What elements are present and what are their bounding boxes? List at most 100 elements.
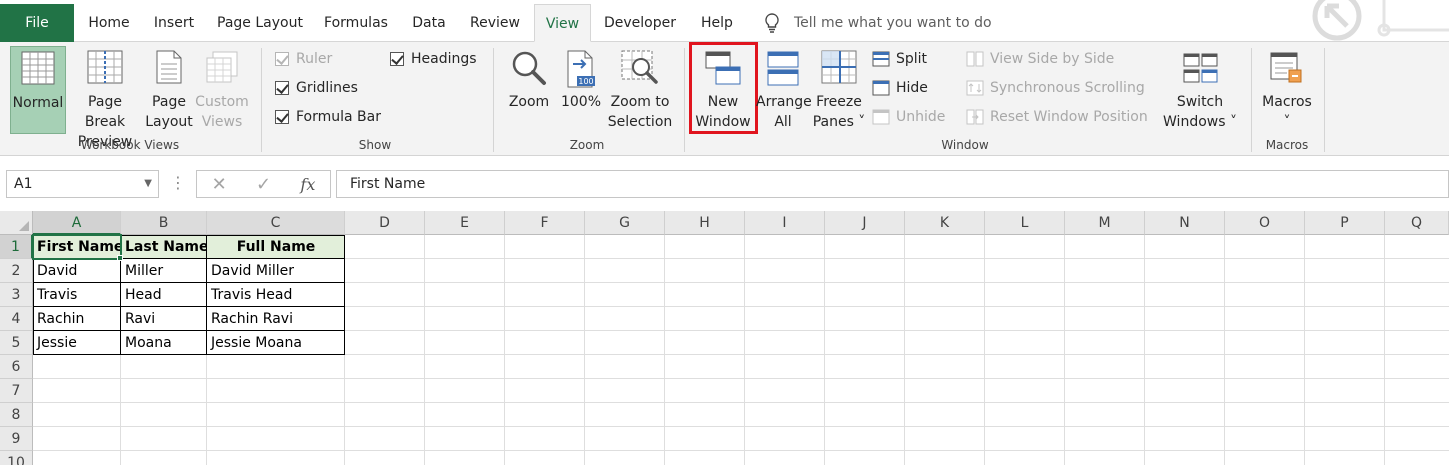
table-cell[interactable]: Travis [33,283,121,307]
select-all-corner[interactable] [0,211,33,235]
fill-handle[interactable] [117,255,123,261]
formula-bar-check [275,110,289,124]
page-layout-view-button[interactable]: Page Layout [144,46,194,134]
row-header-10[interactable]: 10 [0,451,33,465]
cancel-icon[interactable]: ✕ [212,174,227,195]
row-header-9[interactable]: 9 [0,427,33,451]
table-cell[interactable]: Head [121,283,207,307]
zoom-100-label: 100% [560,94,602,110]
gridline [424,235,425,465]
table-cell[interactable]: Jessie Moana [207,331,345,355]
freeze-panes-icon [821,50,857,84]
macros-button[interactable]: Macros ˅ [1258,46,1316,134]
page-layout-icon [156,50,182,84]
gridlines-label: Gridlines [296,80,358,96]
row-header-3[interactable]: 3 [0,283,33,307]
formula-bar-grip-icon[interactable]: ⋮ [170,170,186,198]
split-icon [872,51,890,67]
tab-data[interactable]: Data [402,4,456,42]
tab-formulas[interactable]: Formulas [314,4,398,42]
tab-review[interactable]: Review [460,4,530,42]
zoom-to-selection-button[interactable]: Zoom to Selection [606,46,674,134]
table-cell[interactable]: Rachin Ravi [207,307,345,331]
tab-home[interactable]: Home [80,4,138,42]
freeze-panes-button[interactable]: Freeze Panes ˅ [812,46,866,134]
table-cell[interactable]: Rachin [33,307,121,331]
table-cell[interactable]: David [33,259,121,283]
table-cell[interactable]: David Miller [207,259,345,283]
column-header-p[interactable]: P [1305,211,1385,235]
page-break-preview-button[interactable]: Page Break Preview [66,46,144,150]
synchronous-scrolling-button[interactable]: Synchronous Scrolling [966,77,1145,99]
column-header-h[interactable]: H [665,211,745,235]
tab-page-layout[interactable]: Page Layout [210,4,310,42]
reset-window-position-button[interactable]: Reset Window Position [966,106,1148,128]
row-header-2[interactable]: 2 [0,259,33,283]
column-header-b[interactable]: B [121,211,207,235]
headings-checkbox[interactable]: Headings [390,48,477,70]
custom-views-button[interactable]: Custom Views [194,46,250,134]
column-header-f[interactable]: F [505,211,585,235]
name-box-dropdown-icon[interactable]: ▼ [144,171,152,197]
tab-developer[interactable]: Developer [595,4,685,42]
zoom-to-selection-label: Zoom to Selection [607,94,673,130]
column-header-g[interactable]: G [585,211,665,235]
tell-me-search[interactable]: Tell me what you want to do [764,4,992,42]
column-header-a[interactable]: A [33,211,121,235]
table-cell[interactable]: Travis Head [207,283,345,307]
tab-file[interactable]: File [0,4,74,42]
table-header-cell[interactable]: Last Name [121,235,207,259]
insert-function-icon[interactable]: fx [300,175,315,194]
zoom-group-label: Zoom [569,138,605,152]
table-header-cell[interactable]: Full Name [207,235,345,259]
column-header-j[interactable]: J [825,211,905,235]
formula-input[interactable]: First Name [336,170,1449,198]
split-button[interactable]: Split [872,48,927,70]
column-header-d[interactable]: D [345,211,425,235]
gridline [1384,235,1385,465]
column-header-i[interactable]: I [745,211,825,235]
ruler-checkbox[interactable]: Ruler [275,48,332,70]
gridlines-checkbox[interactable]: Gridlines [275,77,358,99]
headings-label: Headings [411,51,477,67]
tab-view[interactable]: View [534,4,591,42]
switch-windows-icon [1183,53,1218,83]
spreadsheet-grid[interactable]: A B C D E F G H I J K L M N O P Q 1 2 3 4 5 6 7 8 9 10 First Name La… [0,211,1449,465]
column-header-l[interactable]: L [985,211,1065,235]
table-cell[interactable]: Ravi [121,307,207,331]
row-header-5[interactable]: 5 [0,331,33,355]
table-cell[interactable]: Miller [121,259,207,283]
tab-insert[interactable]: Insert [142,4,206,42]
formula-bar-checkbox[interactable]: Formula Bar [275,106,381,128]
tab-help[interactable]: Help [690,4,744,42]
name-box[interactable]: A1 ▼ [6,170,159,198]
row-header-4[interactable]: 4 [0,307,33,331]
normal-view-button[interactable]: Normal [10,46,66,134]
column-header-n[interactable]: N [1145,211,1225,235]
hide-button[interactable]: Hide [872,77,928,99]
unhide-button[interactable]: Unhide [872,106,945,128]
table-cell[interactable]: Jessie [33,331,121,355]
column-header-e[interactable]: E [425,211,505,235]
macros-label: Macros ˅ [1262,94,1312,130]
switch-windows-button[interactable]: Switch Windows ˅ [1158,46,1242,134]
column-header-k[interactable]: K [905,211,985,235]
row-header-8[interactable]: 8 [0,403,33,427]
row-header-7[interactable]: 7 [0,379,33,403]
hide-window-icon [872,80,890,96]
table-cell[interactable]: Moana [121,331,207,355]
column-header-c[interactable]: C [207,211,345,235]
arrange-all-button[interactable]: Arrange All [756,46,812,134]
enter-icon[interactable]: ✓ [256,174,271,195]
column-header-m[interactable]: M [1065,211,1145,235]
row-header-6[interactable]: 6 [0,355,33,379]
gridline [744,235,745,465]
view-side-by-side-button[interactable]: View Side by Side [966,48,1114,70]
row-header-1[interactable]: 1 [0,235,33,259]
zoom-100-icon: 100 [567,50,595,88]
ruler-label: Ruler [296,51,333,67]
column-header-o[interactable]: O [1225,211,1305,235]
zoom-button[interactable]: Zoom [504,46,554,134]
zoom-100-button[interactable]: 100 100% [556,46,606,134]
column-header-q[interactable]: Q [1385,211,1449,235]
